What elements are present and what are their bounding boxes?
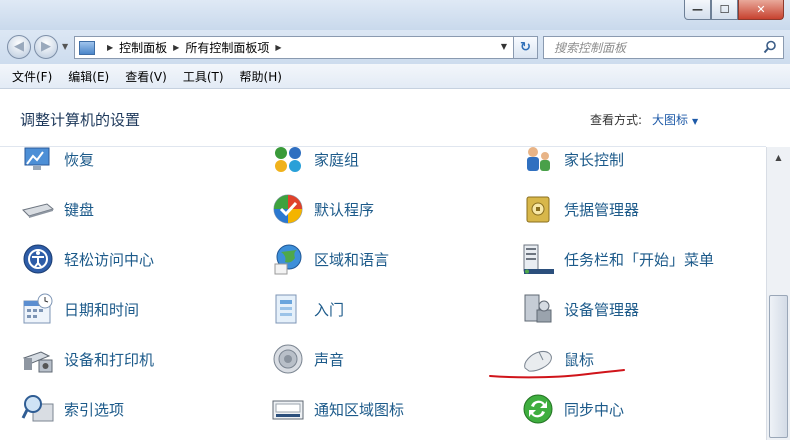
maximize-button[interactable]: ☐	[711, 0, 738, 20]
chevron-right-icon[interactable]: ▶	[173, 43, 179, 52]
view-by-dropdown[interactable]: 大图标 ▼	[652, 111, 698, 128]
item-keyboard[interactable]: 键盘	[21, 189, 94, 229]
item-getting-started[interactable]: 入门	[271, 289, 344, 329]
menu-bar: 文件(F) 编辑(E) 查看(V) 工具(T) 帮助(H)	[0, 64, 790, 89]
item-label: 默认程序	[314, 200, 375, 219]
caret-down-icon: ▼	[692, 117, 699, 126]
indexing-options-icon	[21, 395, 54, 422]
minimize-button[interactable]: —	[684, 0, 711, 20]
forward-arrow-icon: ▶	[41, 39, 51, 54]
credential-manager-icon	[526, 196, 550, 223]
item-label: 恢复	[64, 150, 95, 169]
menu-edit[interactable]: 编辑(E)	[68, 68, 109, 85]
chevron-right-icon[interactable]: ▶	[107, 43, 113, 52]
content-pane: 调整计算机的设置 查看方式: 大图标 ▼ 恢复 家庭组 家长控制 键盘 默认程序…	[0, 89, 790, 440]
view-by-value: 大图标	[652, 113, 689, 127]
item-label: 声音	[314, 350, 345, 369]
menu-file[interactable]: 文件(F)	[12, 68, 52, 85]
taskbar-icon	[523, 244, 554, 274]
scroll-up-icon[interactable]: ▲	[769, 149, 788, 166]
item-notification-area-icons[interactable]: 通知区域图标	[271, 389, 404, 429]
region-language-icon	[274, 244, 302, 275]
item-label: 通知区域图标	[314, 400, 405, 419]
forward-button[interactable]: ▶	[34, 35, 58, 59]
address-row: ◀ ▶ ▼ ▶ 控制面板 ▶ 所有控制面板项 ▶ ▼ ↻ 搜索控制面板	[0, 30, 790, 64]
scrollbar-thumb[interactable]	[769, 295, 788, 438]
notification-area-icon	[272, 400, 304, 420]
search-icon[interactable]	[763, 40, 777, 54]
devices-printers-icon	[22, 351, 53, 373]
item-label: 设备和打印机	[64, 350, 155, 369]
maximize-icon: ☐	[719, 3, 730, 16]
item-label: 凭据管理器	[564, 200, 640, 219]
view-by-label: 查看方式:	[590, 113, 643, 127]
sync-center-icon	[523, 394, 553, 424]
recovery-icon	[24, 147, 50, 170]
item-device-manager[interactable]: 设备管理器	[521, 289, 639, 329]
device-manager-icon	[524, 294, 552, 323]
parental-controls-icon	[527, 147, 550, 171]
search-input[interactable]: 搜索控制面板	[543, 36, 784, 59]
breadcrumb-all-items[interactable]: 所有控制面板项	[185, 39, 269, 56]
menu-tools[interactable]: 工具(T)	[183, 68, 224, 85]
item-label: 任务栏和「开始」菜单	[564, 250, 715, 269]
title-bar: — ☐ ✕	[0, 0, 790, 30]
search-placeholder: 搜索控制面板	[554, 41, 627, 55]
item-label: 日期和时间	[64, 300, 140, 319]
back-button[interactable]: ◀	[7, 35, 31, 59]
item-ease-of-access[interactable]: 轻松访问中心	[21, 239, 154, 279]
red-underline-annotation	[489, 369, 625, 379]
item-parental-controls[interactable]: 家长控制	[521, 147, 624, 179]
item-date-time[interactable]: 日期和时间	[21, 289, 139, 329]
window-controls: — ☐ ✕	[684, 0, 784, 21]
item-label: 家庭组	[314, 150, 360, 169]
getting-started-icon	[275, 294, 297, 324]
item-indexing-options[interactable]: 索引选项	[21, 389, 124, 429]
menu-view[interactable]: 查看(V)	[125, 68, 167, 85]
item-label: 入门	[314, 300, 345, 319]
date-time-icon	[23, 293, 53, 324]
item-devices-printers[interactable]: 设备和打印机	[21, 339, 154, 379]
item-label: 区域和语言	[314, 250, 390, 269]
breadcrumb-control-panel[interactable]: 控制面板	[119, 39, 167, 56]
item-taskbar-start-menu[interactable]: 任务栏和「开始」菜单	[521, 239, 714, 279]
item-sync-center[interactable]: 同步中心	[521, 389, 624, 429]
item-recovery[interactable]: 恢复	[21, 147, 94, 179]
chevron-right-icon[interactable]: ▶	[275, 43, 281, 52]
default-programs-icon	[273, 194, 303, 224]
keyboard-icon	[22, 203, 55, 218]
item-label: 同步中心	[564, 400, 625, 419]
item-homegroup[interactable]: 家庭组	[271, 147, 359, 179]
vertical-scrollbar[interactable]: ▲	[766, 147, 790, 440]
item-sound[interactable]: 声音	[271, 339, 344, 379]
refresh-icon: ↻	[520, 40, 531, 55]
control-panel-icon	[79, 40, 95, 55]
item-label: 键盘	[64, 200, 95, 219]
control-panel-items: 恢复 家庭组 家长控制 键盘 默认程序 凭据管理器 轻松访问中心 区域和语言 任…	[0, 147, 766, 440]
item-credential-manager[interactable]: 凭据管理器	[521, 189, 639, 229]
item-label: 轻松访问中心	[64, 250, 155, 269]
item-label: 索引选项	[64, 400, 125, 419]
menu-help[interactable]: 帮助(H)	[240, 68, 282, 85]
recent-pages-dropdown-icon[interactable]: ▼	[62, 42, 68, 51]
item-default-programs[interactable]: 默认程序	[271, 189, 374, 229]
ease-of-access-icon	[23, 244, 53, 274]
refresh-button[interactable]: ↻	[514, 36, 538, 59]
page-title: 调整计算机的设置	[20, 111, 141, 129]
address-dropdown-icon[interactable]: ▼	[501, 42, 507, 51]
close-button[interactable]: ✕	[738, 0, 784, 20]
close-icon: ✕	[756, 3, 766, 16]
homegroup-icon	[275, 147, 301, 172]
back-arrow-icon: ◀	[14, 39, 24, 54]
address-bar[interactable]: ▶ 控制面板 ▶ 所有控制面板项 ▶ ▼	[74, 36, 514, 59]
item-label: 家长控制	[564, 150, 625, 169]
minimize-icon: —	[692, 3, 703, 16]
sound-icon	[273, 344, 303, 374]
item-region-language[interactable]: 区域和语言	[271, 239, 389, 279]
item-label: 设备管理器	[564, 300, 640, 319]
